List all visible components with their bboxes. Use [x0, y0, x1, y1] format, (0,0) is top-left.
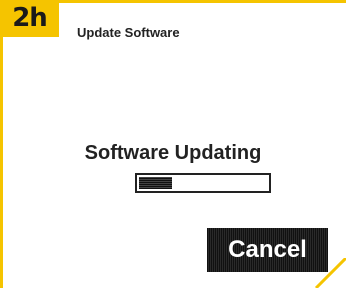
step-badge: 2h	[0, 0, 59, 37]
update-status-text: Software Updating	[84, 142, 262, 164]
cancel-button[interactable]: Cancel	[207, 228, 328, 272]
screen-title: Update Software	[77, 25, 180, 40]
progress-bar	[135, 173, 271, 193]
progress-bar-fill	[139, 177, 172, 189]
